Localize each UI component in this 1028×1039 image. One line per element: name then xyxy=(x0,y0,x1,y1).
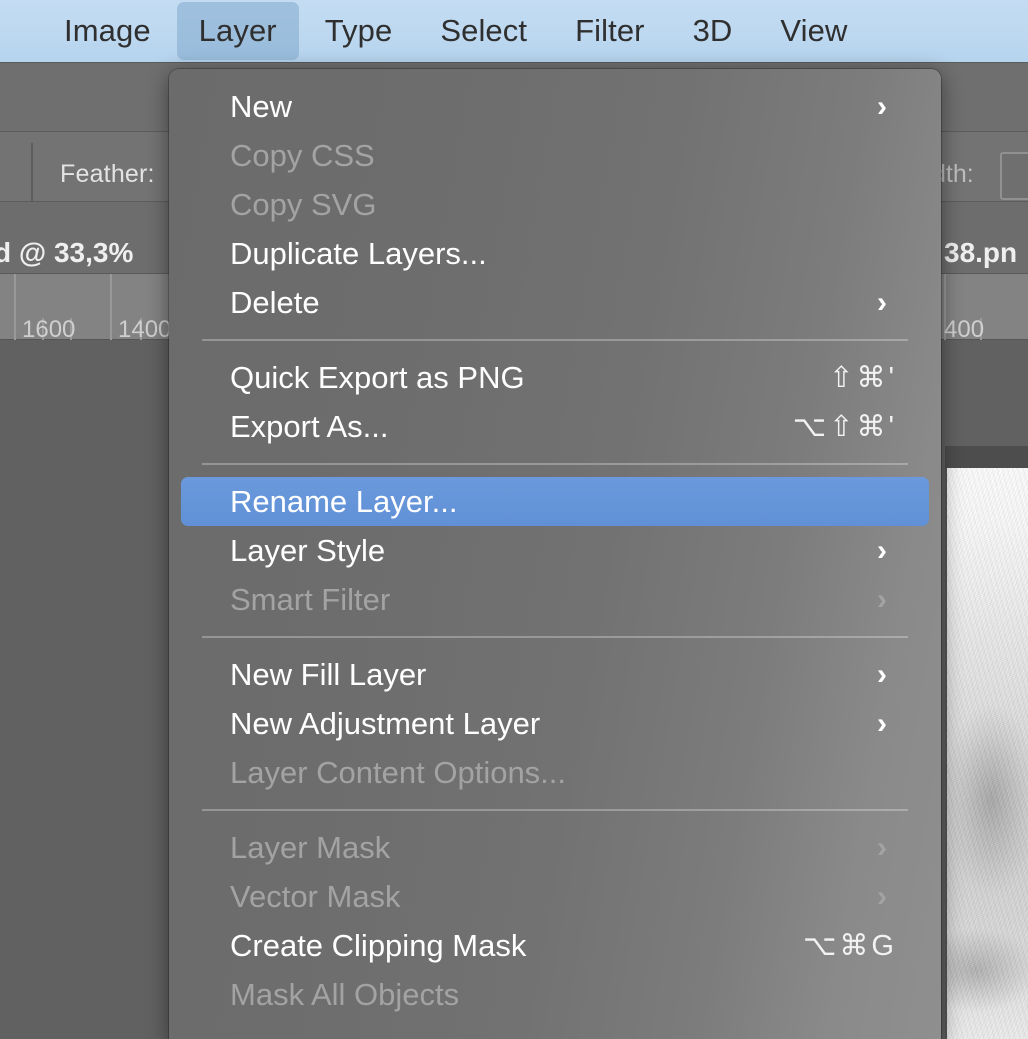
chevron-right-icon: › xyxy=(877,89,887,123)
menu-separator xyxy=(169,451,941,477)
chevron-right-icon: › xyxy=(877,582,887,616)
menu-item-layer-style[interactable]: Layer Style › xyxy=(169,526,941,575)
menu-item-label: Mask All Objects xyxy=(230,976,460,1012)
menu-item-shortcut: ⌥⇧⌘' xyxy=(792,411,897,443)
ruler-tick-major xyxy=(110,274,112,340)
menu-item-label: Layer Style xyxy=(230,532,386,568)
menu-item-label: Create Clipping Mask xyxy=(230,927,527,963)
menu-item-label: Export As... xyxy=(230,408,389,444)
chevron-right-icon: › xyxy=(877,879,887,913)
chevron-right-icon: › xyxy=(877,533,887,567)
document-title-right[interactable]: 38.pn xyxy=(944,237,1017,269)
chevron-right-icon: › xyxy=(877,285,887,319)
menu-bar: Image Layer Type Select Filter 3D View xyxy=(0,0,1028,62)
chevron-right-icon: › xyxy=(877,706,887,740)
layer-dropdown-menu: New › Copy CSS Copy SVG Duplicate Layers... D… xyxy=(169,69,941,1039)
menu-item-export-as[interactable]: Export As... ⌥⇧⌘' xyxy=(169,402,941,451)
photo-layer-thumbnail xyxy=(945,468,1028,1039)
menu-item-copy-svg: Copy SVG xyxy=(169,180,941,229)
menu-item-label: Delete xyxy=(230,284,320,320)
menu-item-shortcut: ⇧⌘' xyxy=(829,362,897,394)
menu-item-mask-all-objects: Mask All Objects xyxy=(169,970,941,1019)
menu-separator-line xyxy=(202,809,908,811)
ruler-tick-major xyxy=(14,274,16,340)
menu-separator xyxy=(169,797,941,823)
menubar-item-3d[interactable]: 3D xyxy=(671,2,755,60)
menubar-item-layer[interactable]: Layer xyxy=(176,2,299,60)
menu-item-smart-filter: Smart Filter › xyxy=(169,575,941,624)
menu-separator-line xyxy=(202,339,908,341)
chevron-right-icon: › xyxy=(877,657,887,691)
menu-separator-line xyxy=(202,636,908,638)
menu-item-label: Rename Layer... xyxy=(230,483,458,519)
menu-item-label: New Adjustment Layer xyxy=(230,705,541,741)
menubar-item-type[interactable]: Type xyxy=(303,2,415,60)
menu-item-label: Copy CSS xyxy=(230,137,375,173)
menu-item-label: Layer Mask xyxy=(230,829,391,865)
menu-item-label: Quick Export as PNG xyxy=(230,359,525,395)
menu-item-label: Vector Mask xyxy=(230,878,401,914)
menu-item-label: Layer Content Options... xyxy=(230,754,567,790)
feather-label: Feather: xyxy=(60,160,155,188)
menu-separator-line xyxy=(202,463,908,465)
menu-separator xyxy=(169,624,941,650)
photoshop-window: Feather: dth: d @ 33,3% 38.pn 1600 1400 … xyxy=(0,0,1028,1039)
menu-item-label: Duplicate Layers... xyxy=(230,235,487,271)
photo-texture xyxy=(947,468,1028,1039)
menu-item-copy-css: Copy CSS xyxy=(169,131,941,180)
menu-item-label: New xyxy=(230,88,293,124)
menu-item-label: Copy SVG xyxy=(230,186,377,222)
menu-item-duplicate-layers[interactable]: Duplicate Layers... xyxy=(169,229,941,278)
width-input[interactable] xyxy=(1000,152,1028,200)
photo-frame-top xyxy=(945,446,1028,470)
document-title-left[interactable]: d @ 33,3% xyxy=(0,237,133,269)
menu-item-new-adjustment-layer[interactable]: New Adjustment Layer › xyxy=(169,699,941,748)
menu-item-layer-mask: Layer Mask › xyxy=(169,823,941,872)
menubar-item-view[interactable]: View xyxy=(758,2,869,60)
menu-item-vector-mask: Vector Mask › xyxy=(169,872,941,921)
menubar-item-filter[interactable]: Filter xyxy=(553,2,667,60)
chevron-right-icon: › xyxy=(877,830,887,864)
menu-item-label: Smart Filter xyxy=(230,581,391,617)
menu-item-new-fill-layer[interactable]: New Fill Layer › xyxy=(169,650,941,699)
menu-item-layer-content-options: Layer Content Options... xyxy=(169,748,941,797)
menu-item-new[interactable]: New › xyxy=(169,82,941,131)
menu-separator xyxy=(169,327,941,353)
menu-item-create-clipping-mask[interactable]: Create Clipping Mask ⌥⌘G xyxy=(169,921,941,970)
options-bar-divider xyxy=(31,143,33,205)
menu-item-shortcut: ⌥⌘G xyxy=(803,930,897,962)
menu-item-rename-layer[interactable]: Rename Layer... xyxy=(181,477,929,526)
menu-item-quick-export-as-png[interactable]: Quick Export as PNG ⇧⌘' xyxy=(169,353,941,402)
menubar-item-select[interactable]: Select xyxy=(418,2,549,60)
menu-item-label: New Fill Layer xyxy=(230,656,427,692)
menubar-item-image[interactable]: Image xyxy=(42,2,173,60)
menu-item-delete[interactable]: Delete › xyxy=(169,278,941,327)
